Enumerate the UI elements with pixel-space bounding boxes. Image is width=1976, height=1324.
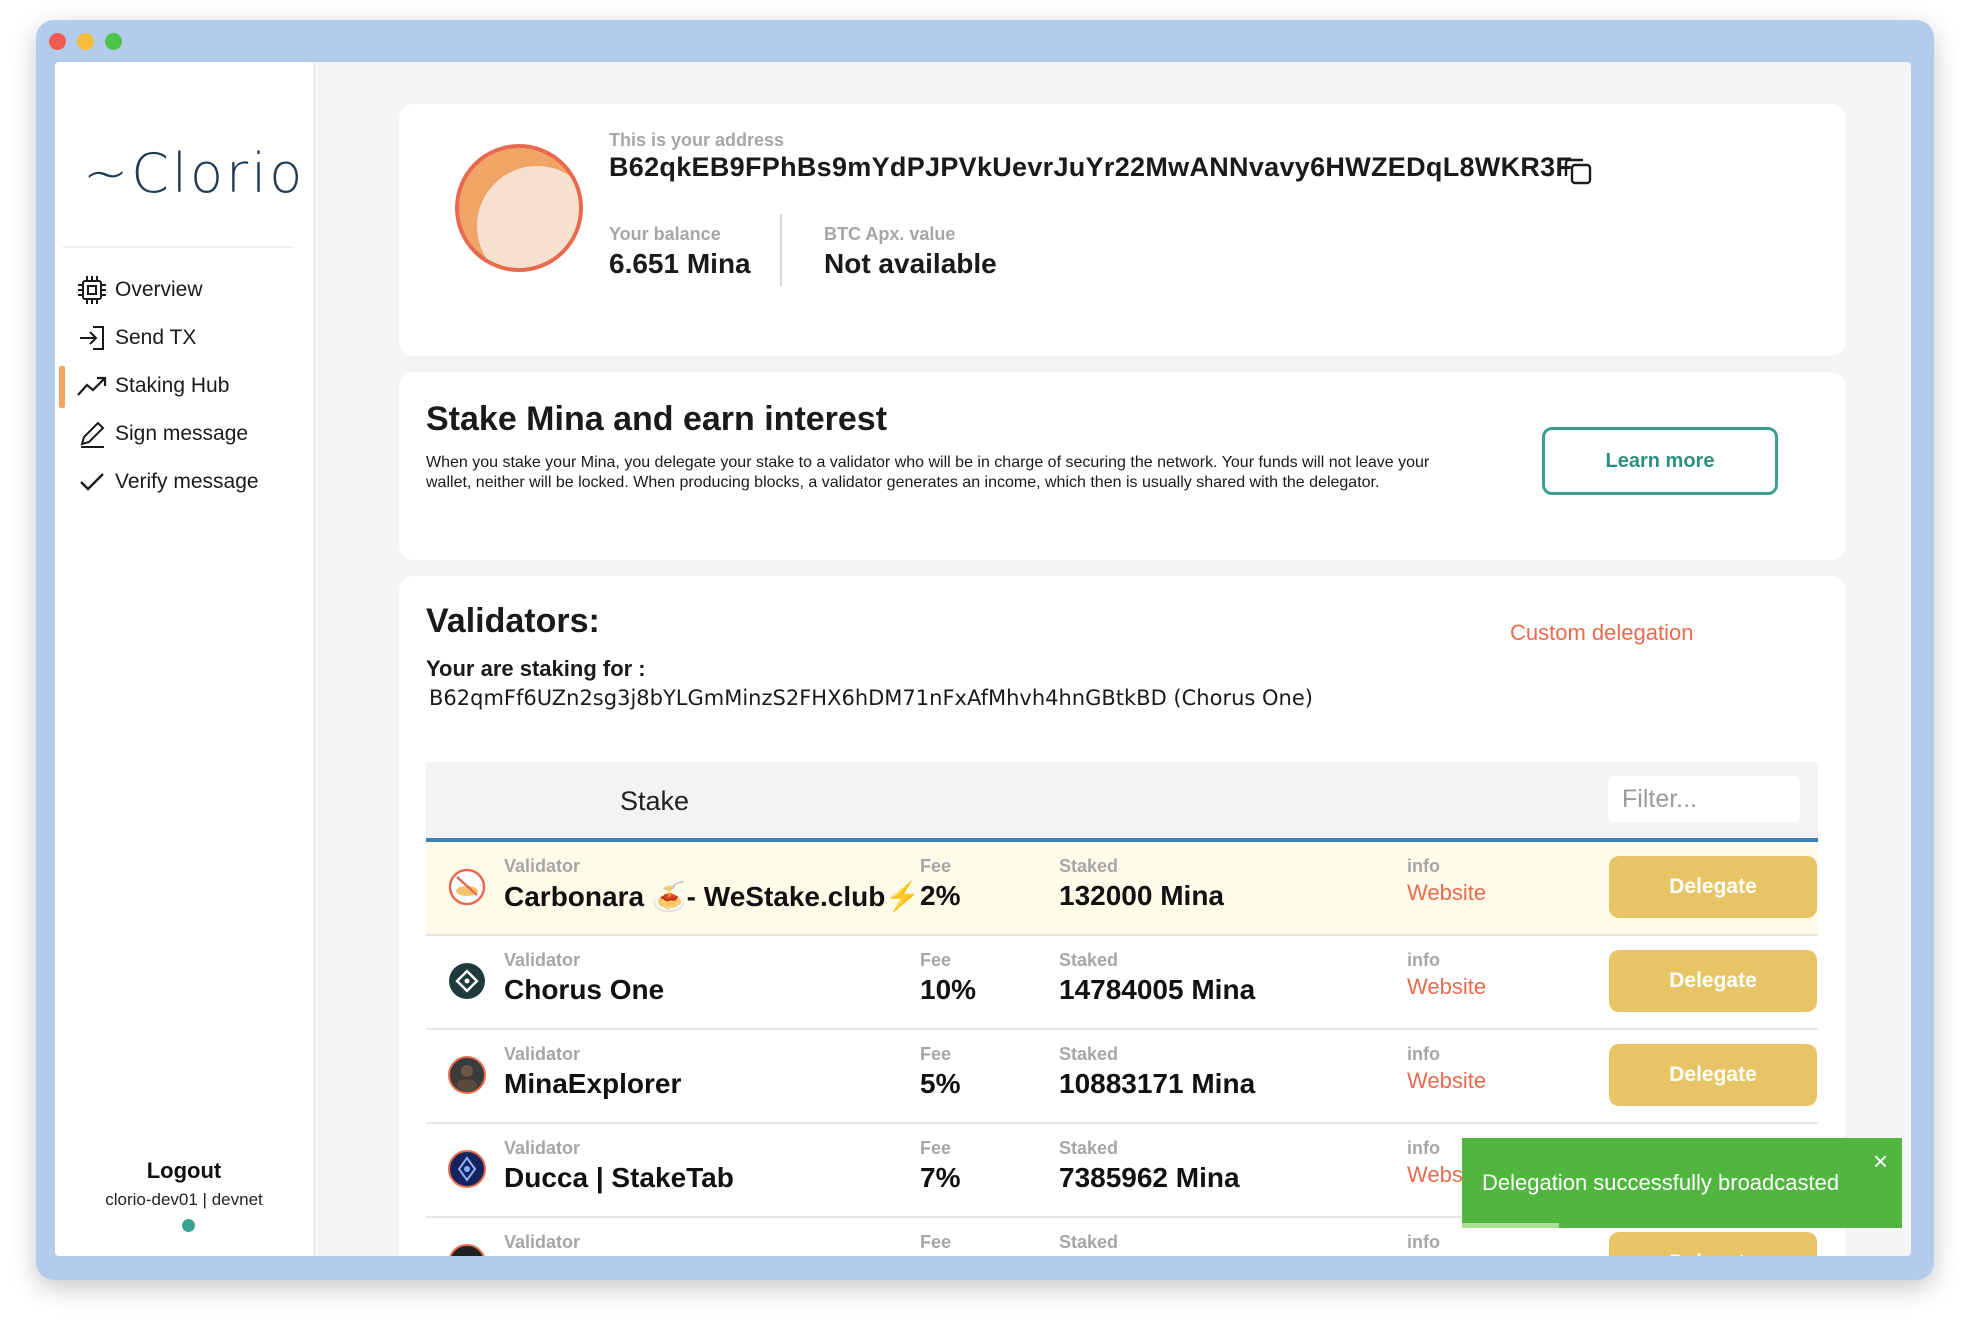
chip-icon [75,273,109,307]
check-icon [75,465,109,499]
staked-label: Staked [1059,856,1119,876]
staked-value: 14784005 Mina [1059,974,1256,1005]
sidebar-item-verify-message[interactable]: Verify message [55,458,313,506]
toast-message: Delegation successfully broadcasted [1482,1170,1840,1195]
sidebar-item-label: Send TX [115,326,197,349]
table-row: Validator MinaExplorer Fee 5% Staked 108… [426,1030,1818,1124]
sidebar-divider [63,246,293,248]
sidebar: ~Clorio Overview Send TX Staking Hub Sig… [55,62,315,1256]
chorus-one-logo-icon [448,962,486,1000]
sidebar-item-staking-hub[interactable]: Staking Hub [55,362,313,410]
sidebar-item-sign-message[interactable]: Sign message [55,410,313,458]
app-window: ~Clorio Overview Send TX Staking Hub Sig… [55,62,1911,1256]
table-row: Validator Carbonara 🍝- WeStake.club⚡ Fee… [426,842,1818,936]
address-card: This is your address B62qkEB9FPhBs9mYdPJ… [399,104,1845,356]
divider [780,214,782,286]
staked-value: 132000 Mina [1059,880,1224,911]
balance-value: 6.651 Mina [609,248,751,279]
fee-value: 10% [920,974,977,1005]
staked-value: 10883171 Mina [1059,1068,1256,1099]
logout-button[interactable]: Logout [55,1158,313,1184]
trend-up-icon [75,369,109,403]
fee-label: Fee [920,1138,952,1158]
fee-value: 2% [920,880,961,911]
send-icon [75,321,109,355]
wallet-address: B62qkEB9FPhBs9mYdPJPVkUevrJuYr22MwANNvav… [609,152,1573,182]
info-label: info [1407,1138,1440,1158]
website-link[interactable]: Website [1407,880,1486,906]
network-status-dot [182,1219,195,1232]
sidebar-nav: Overview Send TX Staking Hub Sign messag… [55,266,313,506]
info-label: info [1407,1044,1440,1064]
maximize-window-button[interactable] [105,33,122,50]
table-row: Validator Chorus One Fee 10% Staked 1478… [426,936,1818,1030]
fee-value: 7% [920,1162,961,1193]
validator-avatar-icon [448,1244,486,1256]
fee-value: 5% [920,1068,961,1099]
validator-name: Ducca | StakeTab [504,1162,734,1193]
sidebar-item-send-tx[interactable]: Send TX [55,314,313,362]
stake-description: When you stake your Mina, you delegate y… [426,454,1430,491]
delegate-button[interactable]: Delegate [1609,1232,1817,1256]
close-window-button[interactable] [49,33,66,50]
staking-for-value: B62qmFf6UZn2sg3j8bYLGmMinzS2FHX6hDM71nFx… [429,686,1313,710]
sidebar-item-label: Staking Hub [115,374,230,397]
btc-label: BTC Apx. value [824,224,956,244]
account-info: clorio-dev01 | devnet [105,1190,263,1209]
staketab-logo-icon [448,1150,486,1188]
fee-label: Fee [920,1044,952,1064]
minimize-window-button[interactable] [77,33,94,50]
btc-value: Not available [824,248,997,279]
info-label: info [1407,1232,1440,1252]
validator-name: Chorus One [504,974,665,1005]
balance-label: Your balance [609,224,721,244]
website-link[interactable]: Website [1407,1068,1486,1094]
staked-value: 7385962 Mina [1059,1162,1240,1193]
validator-name: MinaExplorer [504,1068,682,1099]
validator-name: Carbonara 🍝- WeStake.club⚡ [504,881,921,912]
tab-stake[interactable]: Stake [620,786,689,817]
fee-label: Fee [920,1232,952,1252]
staked-label: Staked [1059,1044,1119,1064]
validators-table-header: Stake [426,762,1818,842]
fee-label: Fee [920,856,952,876]
info-label: info [1407,950,1440,970]
staked-label: Staked [1059,1232,1119,1252]
info-label: info [1407,856,1440,876]
validators-title: Validators: [426,602,600,640]
delegate-button[interactable]: Delegate [1609,1044,1817,1106]
sidebar-item-label: Overview [115,278,203,301]
close-icon[interactable]: × [1873,1146,1888,1177]
carbonara-logo-icon [448,868,486,906]
pen-icon [75,417,109,451]
learn-more-button[interactable]: Learn more [1542,427,1778,495]
address-label: This is your address [609,130,785,150]
validator-label: Validator [504,1232,581,1252]
app-logo: ~Clorio [83,142,306,205]
validator-label: Validator [504,950,581,970]
stake-info-card: Stake Mina and earn interest When you st… [399,372,1845,560]
minaexplorer-avatar-icon [448,1056,486,1094]
validator-label: Validator [504,856,581,876]
validator-label: Validator [504,1044,581,1064]
delegate-button[interactable]: Delegate [1609,950,1817,1012]
validator-label: Validator [504,1138,581,1158]
fee-label: Fee [920,950,952,970]
custom-delegation-link[interactable]: Custom delegation [1510,620,1693,646]
sidebar-item-overview[interactable]: Overview [55,266,313,314]
stake-title: Stake Mina and earn interest [426,400,888,438]
website-link[interactable]: Website [1407,974,1486,1000]
staked-label: Staked [1059,950,1119,970]
toast-notification: Delegation successfully broadcasted × [1462,1138,1902,1228]
staked-label: Staked [1059,1138,1119,1158]
filter-input[interactable] [1608,776,1800,822]
delegate-button[interactable]: Delegate [1609,856,1817,918]
sidebar-item-label: Verify message [115,470,259,493]
staking-for-label: Your are staking for : [426,656,646,681]
copy-icon[interactable] [1561,154,1595,193]
toast-progress-bar [1462,1223,1559,1228]
sidebar-item-label: Sign message [115,422,249,445]
wallet-avatar [455,144,583,272]
